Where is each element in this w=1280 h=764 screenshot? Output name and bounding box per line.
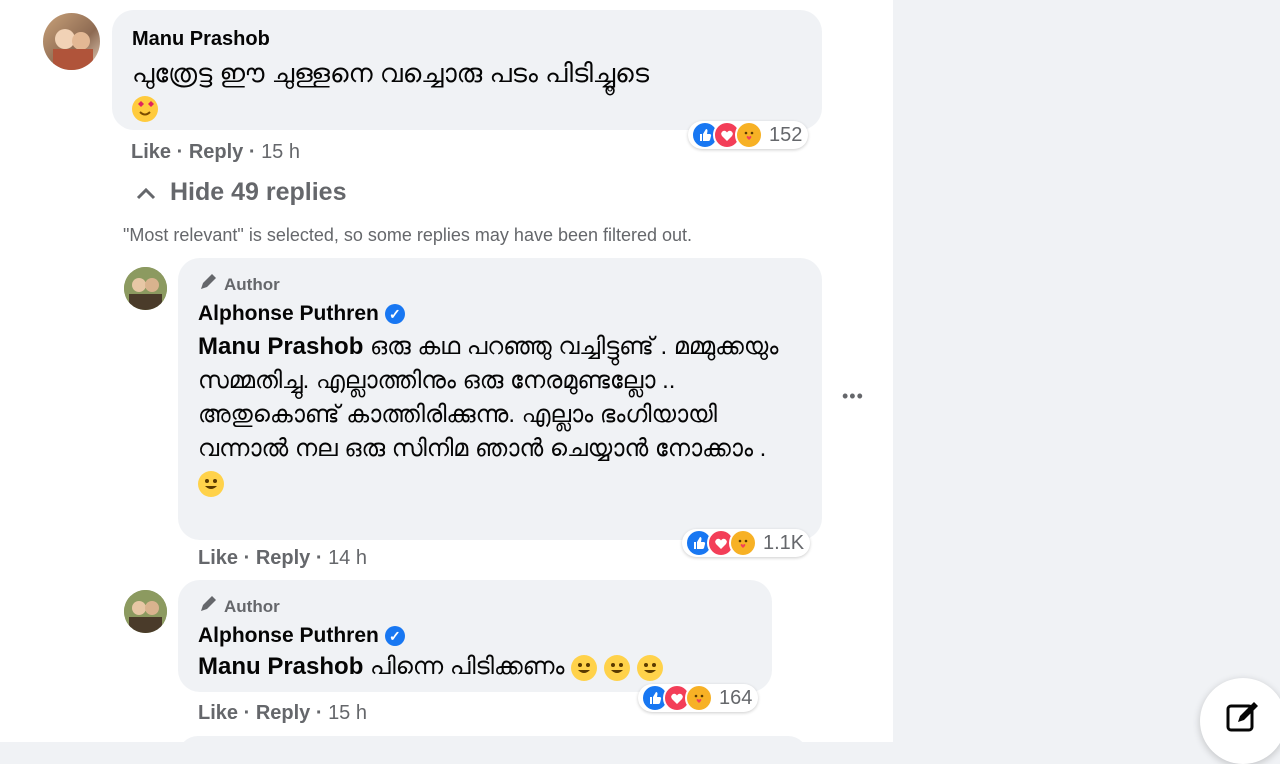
grinning-emoji-icon [603,654,630,681]
filter-note: "Most relevant" is selected, so some rep… [123,225,693,245]
avatar[interactable] [124,590,167,633]
care-reaction-icon [735,121,763,149]
reply-text-body: പിന്നെ പിടിക്കണം [370,653,565,680]
reply-author-name[interactable]: Alphonse Puthren ✓ [198,302,405,326]
reply-bubble: Author Alphonse Puthren ✓ Manu Prashob പി… [178,580,772,692]
reaction-summary[interactable]: 1.1K [682,529,811,557]
author-tag: Author [198,272,280,297]
reply-actions: Like · Reply · 15 h [198,702,367,724]
comment-bubble: Manu Prashob പുത്രേട്ട ഈ ചുള്ളനെ വച്ചൊരു… [112,10,822,130]
reply-actions: Like · Reply · 14 h [198,547,367,569]
avatar[interactable] [43,13,100,70]
mention-link[interactable]: Manu Prashob [198,333,363,360]
reply-author-label: Alphonse Puthren [198,624,379,647]
avatar[interactable] [124,267,167,310]
grinning-emoji-icon [636,654,663,681]
author-tag-label: Author [224,274,280,294]
reply-link[interactable]: Reply [189,141,243,163]
reaction-count: 1.1K [763,531,805,554]
verified-badge-icon: ✓ [384,304,405,325]
compose-icon [1226,700,1260,739]
avatar-photo [124,590,167,633]
pencil-icon [198,594,218,619]
reply-timestamp[interactable]: 15 h [328,702,367,724]
reaction-count: 164 [719,686,753,709]
verified-badge-icon: ✓ [384,626,405,647]
reply-text: Manu Prashob ഒരു കഥ പറഞ്ഞു വച്ചിട്ടുണ്ട്… [198,330,798,500]
comment-actions: Like · Reply · 15 h [131,141,300,163]
hide-replies-toggle[interactable]: Hide 49 replies [136,178,346,207]
author-tag: Author [198,594,280,619]
reaction-summary[interactable]: 152 [688,121,809,149]
smiling-hearts-emoji-icon [132,96,158,123]
author-tag-label: Author [224,596,280,616]
reply-author-label: Alphonse Puthren [198,302,379,325]
comment-author-name[interactable]: Manu Prashob [132,28,270,51]
reaction-count: 152 [769,123,803,146]
grinning-emoji-icon [198,470,224,497]
like-link[interactable]: Like [131,141,171,163]
more-options-icon[interactable]: ••• [842,386,864,407]
care-reaction-icon [685,684,713,712]
reaction-summary[interactable]: 164 [638,684,759,712]
hide-replies-label: Hide 49 replies [170,178,347,206]
reply-timestamp[interactable]: 14 h [328,547,367,569]
compose-button[interactable] [1200,678,1280,764]
like-link[interactable]: Like [198,702,238,724]
comment-text-body: പുത്രേട്ട ഈ ചുള്ളനെ വച്ചൊരു പടം പിടിച്ചൂ… [132,58,650,88]
comment-text: പുത്രേട്ട ഈ ചുള്ളനെ വച്ചൊരു പടം പിടിച്ചൂ… [132,56,812,124]
comments-feed: Manu Prashob പുത്രേട്ട ഈ ചുള്ളനെ വച്ചൊരു… [0,0,893,756]
grinning-emoji-icon [571,654,598,681]
pencil-icon [198,272,218,297]
next-reply-bubble-edge [178,736,808,756]
chevron-up-icon [136,178,156,207]
avatar-photo [124,267,167,310]
reply-link[interactable]: Reply [256,547,310,569]
reply-author-name[interactable]: Alphonse Puthren ✓ [198,624,405,648]
comment-timestamp[interactable]: 15 h [261,141,300,163]
mention-link[interactable]: Manu Prashob [198,653,363,680]
avatar-photo [53,29,93,70]
care-reaction-icon [729,529,757,557]
like-link[interactable]: Like [198,547,238,569]
reply-bubble: Author Alphonse Puthren ✓ Manu Prashob ഒര… [178,258,822,540]
reply-text: Manu Prashob പിന്നെ പിടിക്കണം [198,650,768,684]
reply-link[interactable]: Reply [256,702,310,724]
